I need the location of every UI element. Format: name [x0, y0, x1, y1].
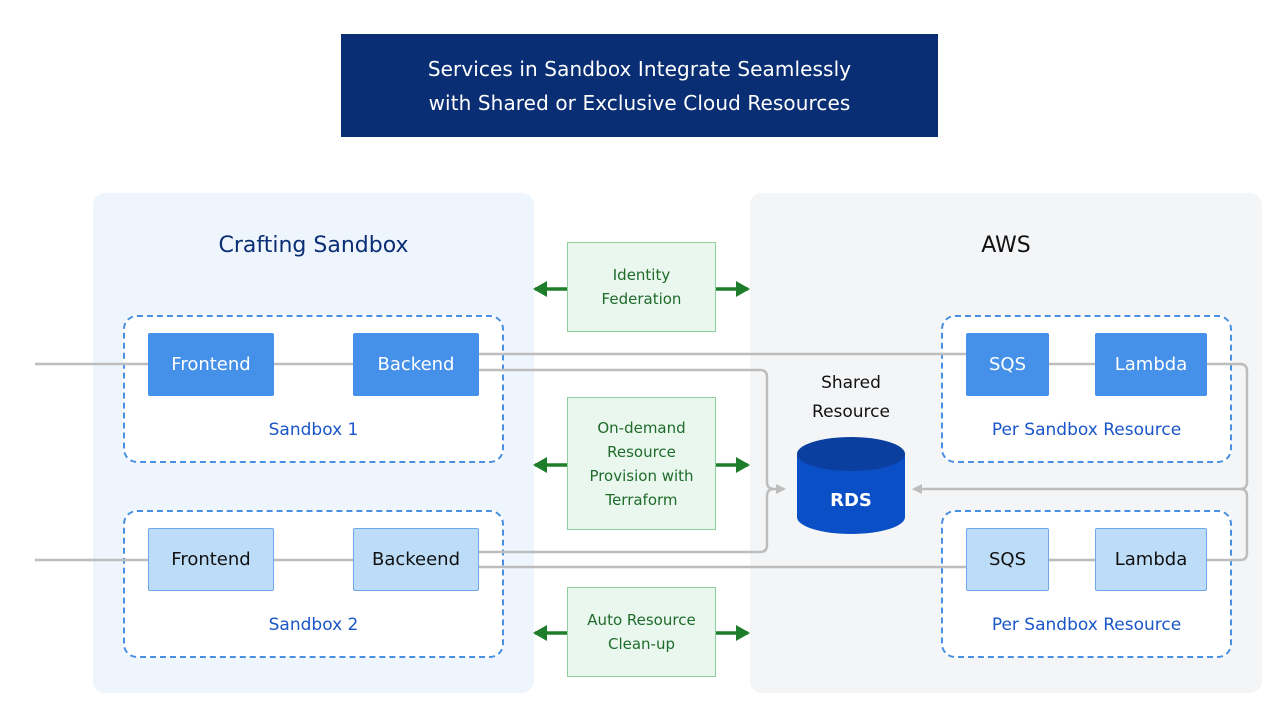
- feature-text: Auto Resource: [587, 611, 696, 629]
- sandbox-1-backend[interactable]: Backend: [353, 333, 479, 396]
- rds-database-icon: [797, 437, 905, 534]
- lambda-2[interactable]: Lambda: [1095, 528, 1207, 591]
- line-lambda-2-to-rds: [1207, 487, 1249, 562]
- feature-text: On-demand: [597, 418, 686, 437]
- sqs-1[interactable]: SQS: [966, 333, 1049, 396]
- sandbox-2-backend[interactable]: Backeend: [353, 528, 479, 591]
- feature-text: Federation: [601, 290, 682, 308]
- feature-text: Terraform: [605, 490, 678, 509]
- identity-federation-box: Identity Federation: [567, 242, 716, 332]
- rds-label[interactable]: RDS: [797, 490, 905, 511]
- sandbox-2-frontend[interactable]: Frontend: [148, 528, 274, 591]
- sandbox-1-frontend[interactable]: Frontend: [148, 333, 274, 396]
- feature-text: Provision with: [589, 466, 694, 485]
- lambda-1[interactable]: Lambda: [1095, 333, 1207, 396]
- auto-cleanup-box: Auto Resource Clean-up: [567, 587, 716, 677]
- feature-text: Identity: [612, 266, 671, 284]
- sqs-2[interactable]: SQS: [966, 528, 1049, 591]
- shared-resource-label: Shared Resource: [791, 369, 911, 427]
- shared-label-line: Shared: [821, 373, 881, 393]
- per-sandbox-label-1: Per Sandbox Resource: [991, 420, 1182, 440]
- shared-label-line: Resource: [812, 402, 890, 422]
- feature-text: Clean-up: [607, 635, 675, 653]
- on-demand-provision-box: On-demand Resource Provision with Terraf…: [567, 397, 716, 530]
- feature-text: Resource: [607, 442, 676, 461]
- per-sandbox-label-2: Per Sandbox Resource: [991, 615, 1182, 635]
- sandbox-2-label: Sandbox 2: [268, 615, 359, 635]
- sandbox-1-label: Sandbox 1: [268, 420, 359, 440]
